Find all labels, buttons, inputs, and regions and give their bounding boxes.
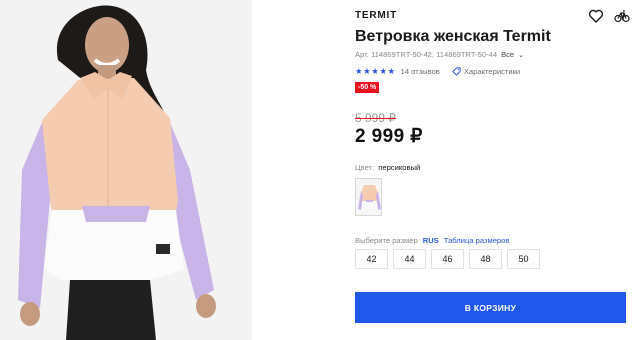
article-row: Арт. 114869TRT-50-42, 114869TRT-50-44 Вс… <box>355 50 524 59</box>
current-price: 2 999 ₽ <box>355 126 423 147</box>
size-option[interactable]: 46 <box>431 249 464 269</box>
all-articles-link[interactable]: Все <box>501 50 514 59</box>
size-option[interactable]: 50 <box>507 249 540 269</box>
chevron-down-icon[interactable]: ⌄ <box>518 51 524 59</box>
top-actions <box>588 8 630 24</box>
size-table-link[interactable]: Таблица размеров <box>444 236 510 245</box>
color-label: Цвет: <box>355 163 375 172</box>
bicycle-icon[interactable] <box>614 8 630 24</box>
color-swatch-peach[interactable] <box>355 178 382 216</box>
brand-name[interactable]: TERMIT <box>355 10 397 21</box>
specs-label: Характеристики <box>463 67 521 76</box>
tag-icon <box>452 67 461 76</box>
product-title: Ветровка женская Termit <box>355 28 551 45</box>
size-option[interactable]: 48 <box>469 249 502 269</box>
rating-row: ★★★★★ 14 отзывов Характеристики <box>355 66 520 77</box>
product-info: TERMIT Ветровка женская Termit Арт. 1148… <box>355 0 630 340</box>
reviews-link[interactable]: 14 отзывов <box>401 67 440 76</box>
discount-badge: -50 % <box>355 82 380 93</box>
size-system-selector[interactable]: RUS <box>423 236 439 245</box>
size-options: 42 44 46 48 50 <box>355 249 540 269</box>
color-value: персиковый <box>378 163 421 172</box>
size-option[interactable]: 42 <box>355 249 388 269</box>
add-to-cart-button[interactable]: В КОРЗИНУ <box>355 292 626 323</box>
product-photo[interactable] <box>0 0 252 340</box>
product-photo-illustration <box>0 0 252 340</box>
specs-link[interactable]: Характеристики <box>452 67 520 76</box>
rating-stars[interactable]: ★★★★★ <box>355 66 396 77</box>
old-price: 5 999 ₽ <box>355 111 396 125</box>
size-label: Выберите размер <box>355 236 418 245</box>
color-row: Цвет: персиковый <box>355 163 420 172</box>
size-option[interactable]: 44 <box>393 249 426 269</box>
swatch-thumbnail <box>356 179 381 215</box>
article-numbers: Арт. 114869TRT-50-42, 114869TRT-50-44 <box>355 50 498 59</box>
heart-icon[interactable] <box>588 8 604 24</box>
size-header: Выберите размер RUS Таблица размеров <box>355 236 509 245</box>
